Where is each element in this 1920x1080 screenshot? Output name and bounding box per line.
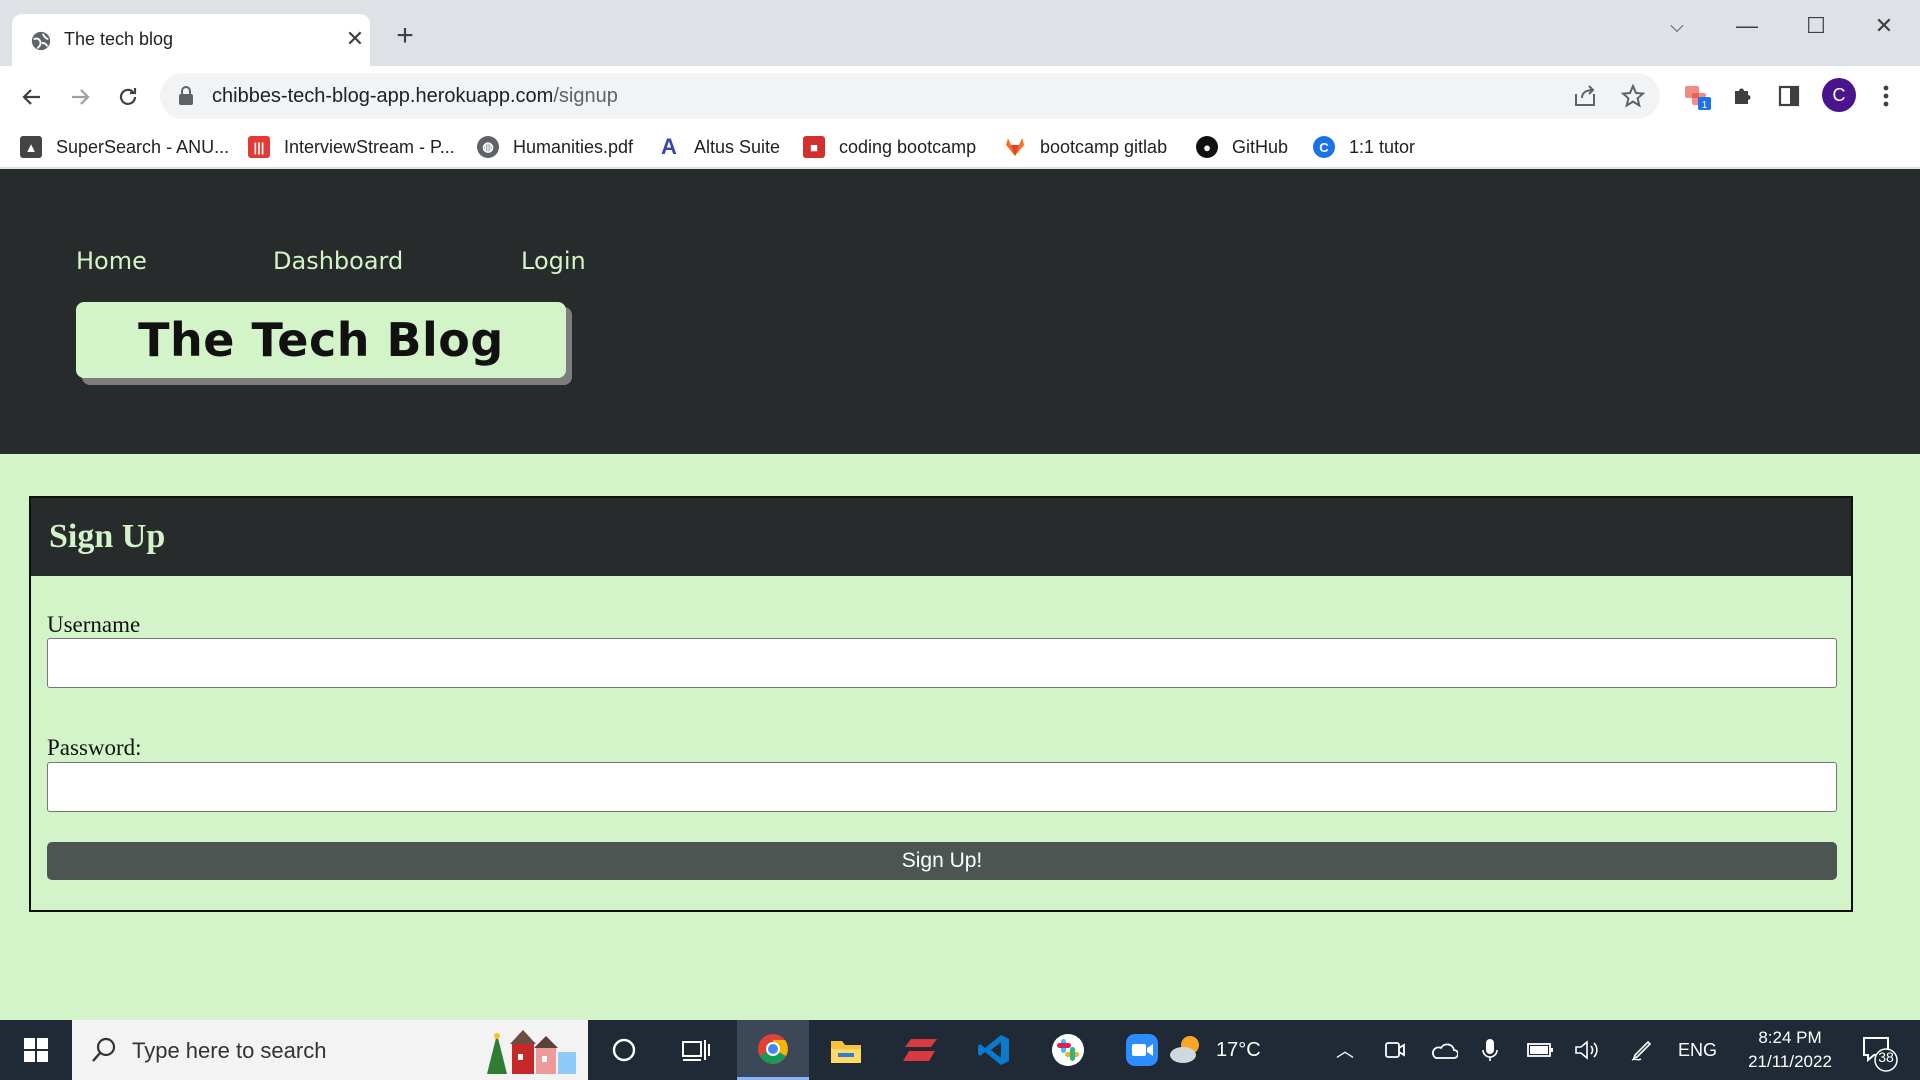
gitlab-icon xyxy=(1004,136,1026,158)
cortana-circle-icon xyxy=(612,1038,636,1062)
taskbar-file-explorer[interactable] xyxy=(810,1020,882,1080)
search-icon xyxy=(92,1037,116,1062)
nav-dashboard-link[interactable]: Dashboard xyxy=(273,247,403,275)
site-title: The Tech Blog xyxy=(138,313,504,367)
language-indicator[interactable]: ENG xyxy=(1678,1020,1717,1080)
share-icon[interactable] xyxy=(1572,83,1598,109)
github-icon: ● xyxy=(1196,136,1218,158)
taskbar-slack[interactable] xyxy=(1032,1020,1104,1080)
globe-icon: ◍ xyxy=(477,136,499,158)
bookmark-star-icon[interactable] xyxy=(1620,83,1646,109)
weather-temperature: 17°C xyxy=(1216,1038,1261,1061)
expressvpn-icon xyxy=(903,1039,937,1061)
reload-button[interactable] xyxy=(110,79,146,115)
bookmark-humanities[interactable]: ◍ Humanities.pdf xyxy=(477,132,633,162)
bookmark-altus[interactable]: A Altus Suite xyxy=(658,132,780,162)
bootcamp-icon: ■ xyxy=(803,136,825,158)
bookmark-github[interactable]: ● GitHub xyxy=(1196,132,1288,162)
side-panel-icon[interactable] xyxy=(1772,79,1806,113)
chrome-icon xyxy=(758,1033,788,1064)
bookmark-coding-bootcamp[interactable]: ■ coding bootcamp xyxy=(803,132,976,162)
weather-widget[interactable]: 17°C xyxy=(1168,1020,1261,1080)
password-label: Password: xyxy=(47,735,142,760)
clock-date: 21/11/2022 xyxy=(1748,1052,1832,1071)
site-header: Home Dashboard Login The Tech Blog xyxy=(0,169,1920,454)
supersearch-icon: ▲ xyxy=(20,136,42,158)
address-bar[interactable]: chibbes-tech-blog-app.herokuapp.com/sign… xyxy=(160,73,1660,119)
close-tab-icon[interactable]: ✕ xyxy=(342,26,368,52)
bookmarks-bar: ▲ SuperSearch - ANU... ||| InterviewStre… xyxy=(0,126,1920,168)
tray-overflow-chevron[interactable]: ︿ xyxy=(1336,1020,1354,1080)
extensions-puzzle-icon[interactable] xyxy=(1726,79,1760,113)
task-view-cortana-button[interactable] xyxy=(588,1020,660,1080)
taskbar-express-vpn[interactable] xyxy=(884,1020,956,1080)
windows-logo-icon xyxy=(24,1038,48,1062)
taskbar-chrome[interactable] xyxy=(737,1020,809,1080)
nav-login-link[interactable]: Login xyxy=(521,247,586,275)
start-button[interactable] xyxy=(0,1020,72,1080)
tutor-icon: C xyxy=(1313,136,1335,158)
globe-icon xyxy=(31,31,51,51)
back-button[interactable] xyxy=(14,79,50,115)
site-logo: The Tech Blog xyxy=(76,302,566,378)
new-tab-button[interactable]: + xyxy=(390,21,420,52)
bookmark-supersearch[interactable]: ▲ SuperSearch - ANU... xyxy=(20,132,229,162)
notification-count: 38 xyxy=(1878,1049,1894,1065)
svg-text:1: 1 xyxy=(1702,100,1708,111)
folder-icon xyxy=(831,1041,861,1063)
tab-title: The tech blog xyxy=(64,29,174,49)
extension-icon[interactable]: 1 xyxy=(1680,79,1714,113)
nav-home-link[interactable]: Home xyxy=(76,247,147,275)
browser-tab[interactable]: The tech blog ✕ xyxy=(12,14,370,66)
close-window-button[interactable]: ✕ xyxy=(1864,12,1904,40)
browser-toolbar: chibbes-tech-blog-app.herokuapp.com/sign… xyxy=(0,66,1920,126)
more-menu-icon[interactable] xyxy=(1869,79,1903,113)
onedrive-cloud-icon[interactable] xyxy=(1430,1020,1458,1080)
clock-time: 8:24 PM xyxy=(1758,1028,1822,1047)
password-input[interactable] xyxy=(47,762,1837,812)
username-label: Username xyxy=(47,612,141,637)
vscode-icon xyxy=(978,1035,1009,1065)
taskbar-clock[interactable]: 8:24 PM 21/11/2022 xyxy=(1730,1026,1850,1074)
battery-icon[interactable] xyxy=(1526,1020,1554,1080)
bookmark-interviewstream[interactable]: ||| InterviewStream - P... xyxy=(248,132,455,162)
bookmark-tutor[interactable]: C 1:1 tutor xyxy=(1313,132,1415,162)
forward-button[interactable] xyxy=(62,79,98,115)
lock-icon[interactable] xyxy=(178,86,194,106)
tab-search-icon[interactable]: ⌵ xyxy=(1657,12,1697,40)
pen-workspace-icon[interactable] xyxy=(1630,1020,1654,1080)
back-arrow-icon xyxy=(22,89,40,105)
taskbar-vscode[interactable] xyxy=(958,1020,1030,1080)
signup-button[interactable]: Sign Up! xyxy=(47,842,1837,880)
bookmark-gitlab[interactable]: bootcamp gitlab xyxy=(1004,132,1167,162)
signup-card: Sign Up Username Password: Sign Up! xyxy=(29,496,1853,912)
signup-title: Sign Up xyxy=(49,518,166,555)
volume-icon[interactable] xyxy=(1574,1020,1600,1080)
minimize-button[interactable]: — xyxy=(1727,12,1767,40)
weather-cloud-sun-icon xyxy=(1170,1036,1199,1063)
search-highlight-illustration xyxy=(487,1030,576,1074)
signup-card-header: Sign Up xyxy=(31,498,1851,576)
taskbar-search-box[interactable]: Type here to search xyxy=(72,1020,588,1080)
task-view-icon xyxy=(682,1040,710,1061)
reload-icon xyxy=(119,88,137,105)
taskbar-search-placeholder: Type here to search xyxy=(132,1038,327,1063)
interviewstream-icon: ||| xyxy=(248,136,270,158)
task-view-button[interactable] xyxy=(660,1020,732,1080)
zoom-icon xyxy=(1126,1034,1158,1066)
maximize-button[interactable]: ☐ xyxy=(1796,12,1836,40)
windows-taskbar: Type here to search 17°C ︿ ENG 8:24 PM 2… xyxy=(0,1020,1920,1080)
username-input[interactable] xyxy=(47,638,1837,688)
profile-avatar[interactable]: C xyxy=(1822,78,1856,112)
microphone-icon[interactable] xyxy=(1482,1020,1498,1080)
notification-center-button[interactable]: 38 xyxy=(1858,1032,1898,1072)
meet-now-icon[interactable] xyxy=(1384,1020,1406,1080)
browser-tab-strip: The tech blog ✕ + ⌵ — ☐ ✕ xyxy=(0,0,1920,66)
slack-icon xyxy=(1052,1034,1084,1066)
url-text[interactable]: chibbes-tech-blog-app.herokuapp.com/sign… xyxy=(212,85,618,108)
forward-arrow-icon xyxy=(72,89,90,105)
altus-icon: A xyxy=(661,134,677,159)
